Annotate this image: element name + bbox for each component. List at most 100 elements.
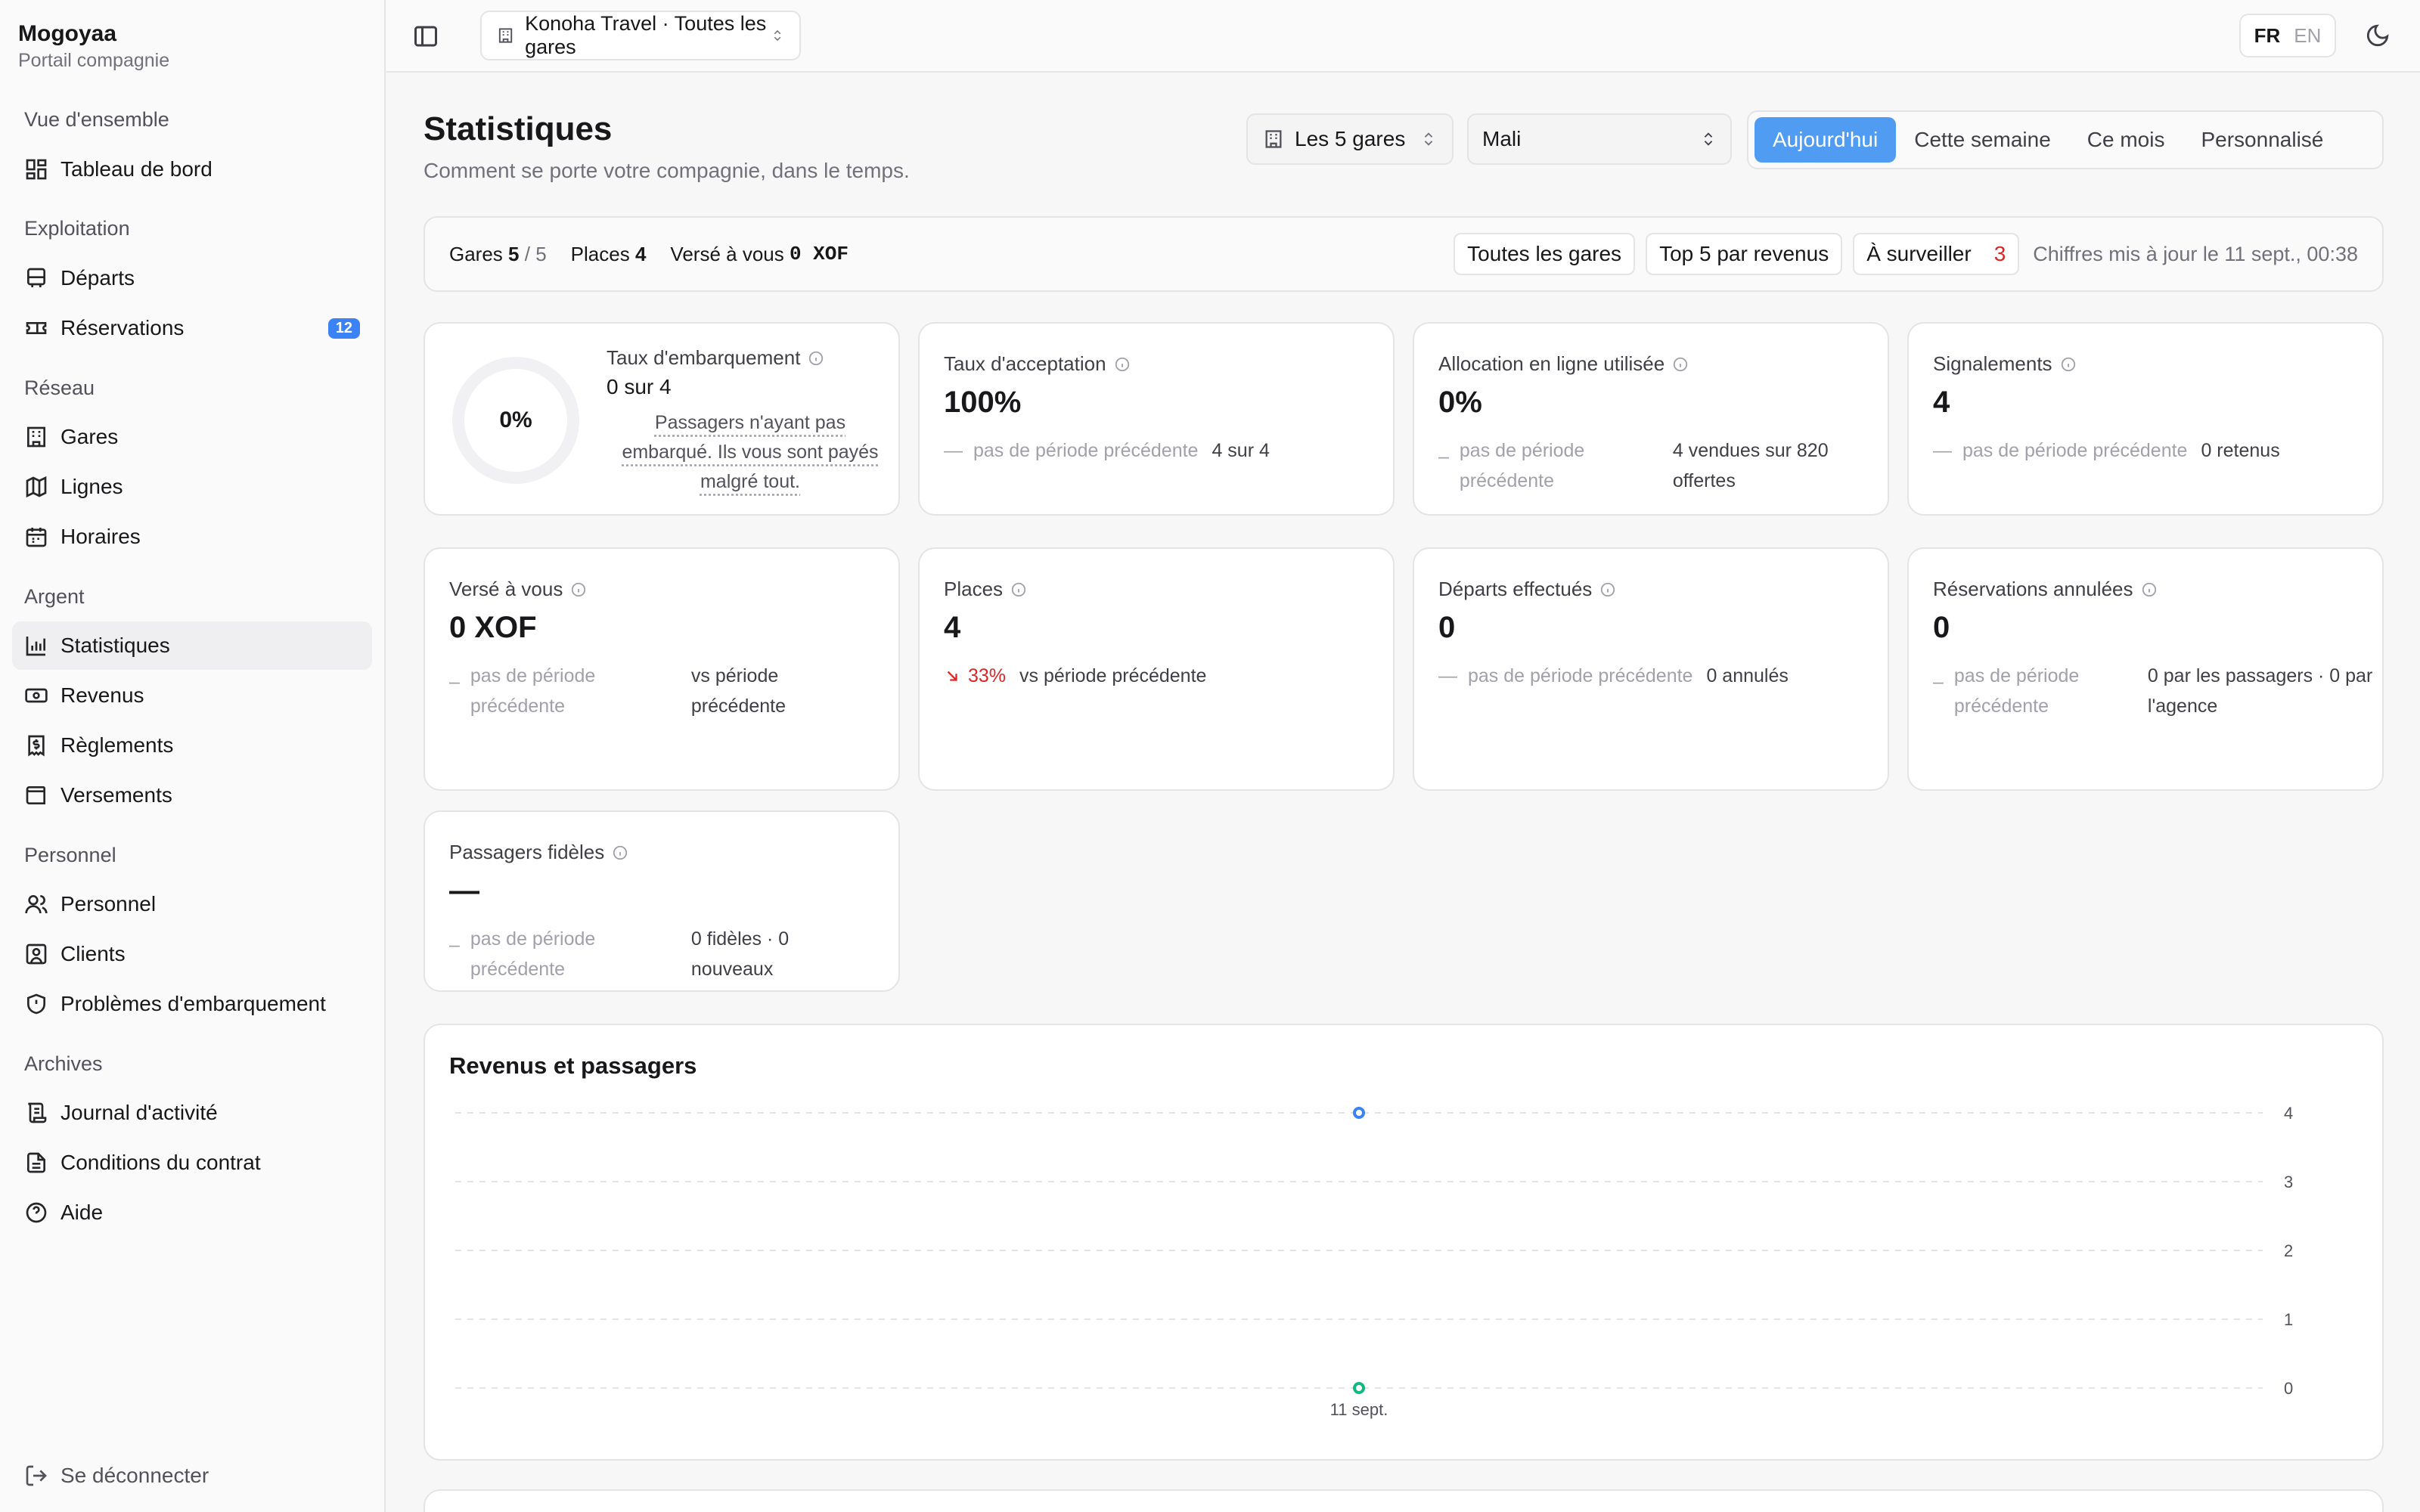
acceptance-rate-card: Taux d'acceptation 100% — pas de période…: [918, 322, 1395, 516]
sidebar-item-staff[interactable]: Personnel: [12, 880, 372, 928]
cancelled-bookings-extra: 0 par les passagers · 0 par l'agence: [2147, 665, 2373, 717]
info-icon[interactable]: [1010, 581, 1027, 598]
brand-subtitle: Portail compagnie: [18, 50, 170, 71]
sidebar-item-payouts[interactable]: Versements: [12, 771, 372, 820]
card-meta: – pas de période précédente 0 par les pa…: [1933, 661, 2375, 721]
sidebar-item-departures[interactable]: Départs: [12, 254, 372, 302]
sidebar-item-settlements[interactable]: Règlements: [12, 721, 372, 770]
paid-to-you-card: Versé à vous 0 XOF – pas de période préc…: [424, 547, 900, 791]
card-label: Taux d'embarquement: [607, 346, 824, 370]
period-this-month[interactable]: Ce mois: [2069, 117, 2183, 163]
boarding-rate-note: Passagers n'ayant pas embarqué. Ils vous…: [622, 412, 879, 492]
sidebar-item-lines[interactable]: Lignes: [12, 463, 372, 511]
sidebar-item-label: Réservations: [60, 316, 185, 339]
loyal-passengers-label: Passagers fidèles: [449, 841, 605, 863]
summary-paid-label: Versé à vous: [670, 242, 784, 265]
departures-done-delta: pas de période précédente: [1468, 665, 1693, 686]
moon-icon[interactable]: [2365, 23, 2391, 48]
sidebar-item-reservations[interactable]: Réservations 12: [12, 304, 372, 352]
period-custom[interactable]: Personnalisé: [2183, 117, 2341, 163]
info-icon[interactable]: [808, 350, 824, 367]
loyal-passengers-card: Passagers fidèles — – pas de période pré…: [424, 810, 900, 992]
sidebar-item-contract-terms[interactable]: Conditions du contrat: [12, 1139, 372, 1187]
period-today[interactable]: Aujourd'hui: [1754, 117, 1897, 163]
sidebar-item-clients[interactable]: Clients: [12, 930, 372, 978]
lang-fr-button[interactable]: FR: [2254, 24, 2281, 48]
seats-card: Places 4 33% vs période précédente: [918, 547, 1395, 791]
loyal-passengers-value: —: [449, 874, 479, 907]
info-icon[interactable]: [2060, 356, 2077, 373]
watchlist-count: 3: [1993, 242, 2006, 265]
all-stations-button[interactable]: Toutes les gares: [1454, 233, 1636, 275]
reports-delta: pas de période précédente: [1962, 440, 2188, 461]
card-meta: 33% vs période précédente: [944, 661, 1206, 691]
card-meta: – pas de période précédente vs période p…: [449, 661, 842, 721]
delta-dash: —: [1933, 440, 1952, 461]
language-switcher: FR EN: [2239, 14, 2336, 57]
building-icon: [27, 426, 45, 448]
sidebar-item-help[interactable]: Aide: [12, 1188, 372, 1237]
brand-name: Mogoyaa: [18, 21, 117, 46]
scroll-icon: [28, 1102, 47, 1123]
cancelled-bookings-delta: pas de période précédente: [1953, 665, 2080, 717]
departures-done-extra: 0 annulés: [1706, 665, 1789, 686]
reports-value: 4: [1933, 386, 1950, 419]
watchlist-label: À surveiller: [1866, 242, 1972, 265]
sidebar-item-statistics[interactable]: Statistiques: [12, 621, 372, 670]
top5-revenue-button[interactable]: Top 5 par revenus: [1646, 233, 1843, 275]
sidebar-item-label: Personnel: [60, 892, 157, 916]
reservations-count-badge: 12: [327, 318, 360, 339]
building-icon: [1265, 130, 1282, 148]
sidebar-item-revenue[interactable]: Revenus: [12, 671, 372, 720]
info-icon[interactable]: [612, 844, 628, 861]
x-tick-label: 11 sept.: [1330, 1400, 1388, 1419]
lang-en-button[interactable]: EN: [2294, 24, 2321, 48]
info-icon[interactable]: [2141, 581, 2158, 598]
sidebar-item-boarding-issues[interactable]: Problèmes d'embarquement: [12, 980, 372, 1028]
station-filter-select[interactable]: Les 5 gares: [1246, 113, 1454, 165]
cancelled-bookings-label: Réservations annulées: [1933, 578, 2133, 600]
seats-value: 4: [944, 611, 961, 644]
info-icon[interactable]: [1599, 581, 1616, 598]
sidebar-item-schedules[interactable]: Horaires: [12, 513, 372, 561]
card-label: Taux d'acceptation: [944, 352, 1131, 376]
sidebar-item-dashboard[interactable]: Tableau de bord: [12, 145, 372, 194]
loyal-passengers-delta: pas de période précédente: [470, 928, 596, 980]
info-icon[interactable]: [1114, 356, 1131, 373]
card-label: Versé à vous: [449, 578, 587, 601]
revenue-passengers-chart-card: Revenus et passagers 0 1 2 3 4 11 sept.: [424, 1024, 2384, 1461]
card-label: Signalements: [1933, 352, 2077, 376]
map-icon: [26, 476, 47, 498]
card-meta: — pas de période précédente 0 annulés: [1438, 661, 1789, 691]
departures-done-card: Départs effectués 0 — pas de période pré…: [1413, 547, 1889, 791]
series-0-point[interactable]: [1353, 1107, 1365, 1119]
departures-done-label: Départs effectués: [1438, 578, 1593, 600]
sidebar-item-label: Versements: [60, 783, 172, 807]
sidebar-item-label: Règlements: [60, 733, 174, 757]
online-allocation-value: 0%: [1438, 386, 1482, 419]
summary-seats-label: Places: [570, 242, 630, 265]
sidebar-item-label: Aide: [60, 1201, 104, 1224]
series-1-point[interactable]: [1353, 1382, 1365, 1394]
sidebar-item-activity-log[interactable]: Journal d'activité: [12, 1089, 372, 1137]
nav-section-overview: Vue d'ensemble: [24, 108, 169, 131]
paid-to-you-delta: pas de période précédente: [470, 665, 596, 717]
y-tick-label: 2: [2284, 1241, 2293, 1260]
reports-label: Signalements: [1933, 352, 2052, 375]
period-this-week[interactable]: Cette semaine: [1896, 117, 2069, 163]
chevron-up-down-icon: [774, 29, 781, 42]
country-filter-select[interactable]: Mali: [1467, 113, 1732, 165]
sidebar-item-stations[interactable]: Gares: [12, 413, 372, 461]
building-icon: [498, 28, 513, 43]
boarding-rate-value: 0 sur 4: [607, 375, 672, 398]
info-icon[interactable]: [1672, 356, 1689, 373]
sidebar-item-label: Revenus: [60, 683, 144, 707]
organization-select[interactable]: Konoha Travel · Toutes les gares: [480, 11, 801, 60]
paid-to-you-value: 0 XOF: [449, 611, 537, 644]
watchlist-button[interactable]: À surveiller 3: [1853, 233, 2020, 275]
contact-icon: [26, 943, 47, 965]
info-icon[interactable]: [570, 581, 587, 598]
logout-button[interactable]: Se déconnecter: [12, 1452, 372, 1500]
sidebar-toggle-icon[interactable]: [412, 23, 439, 50]
sidebar-item-label: Conditions du contrat: [60, 1151, 261, 1174]
